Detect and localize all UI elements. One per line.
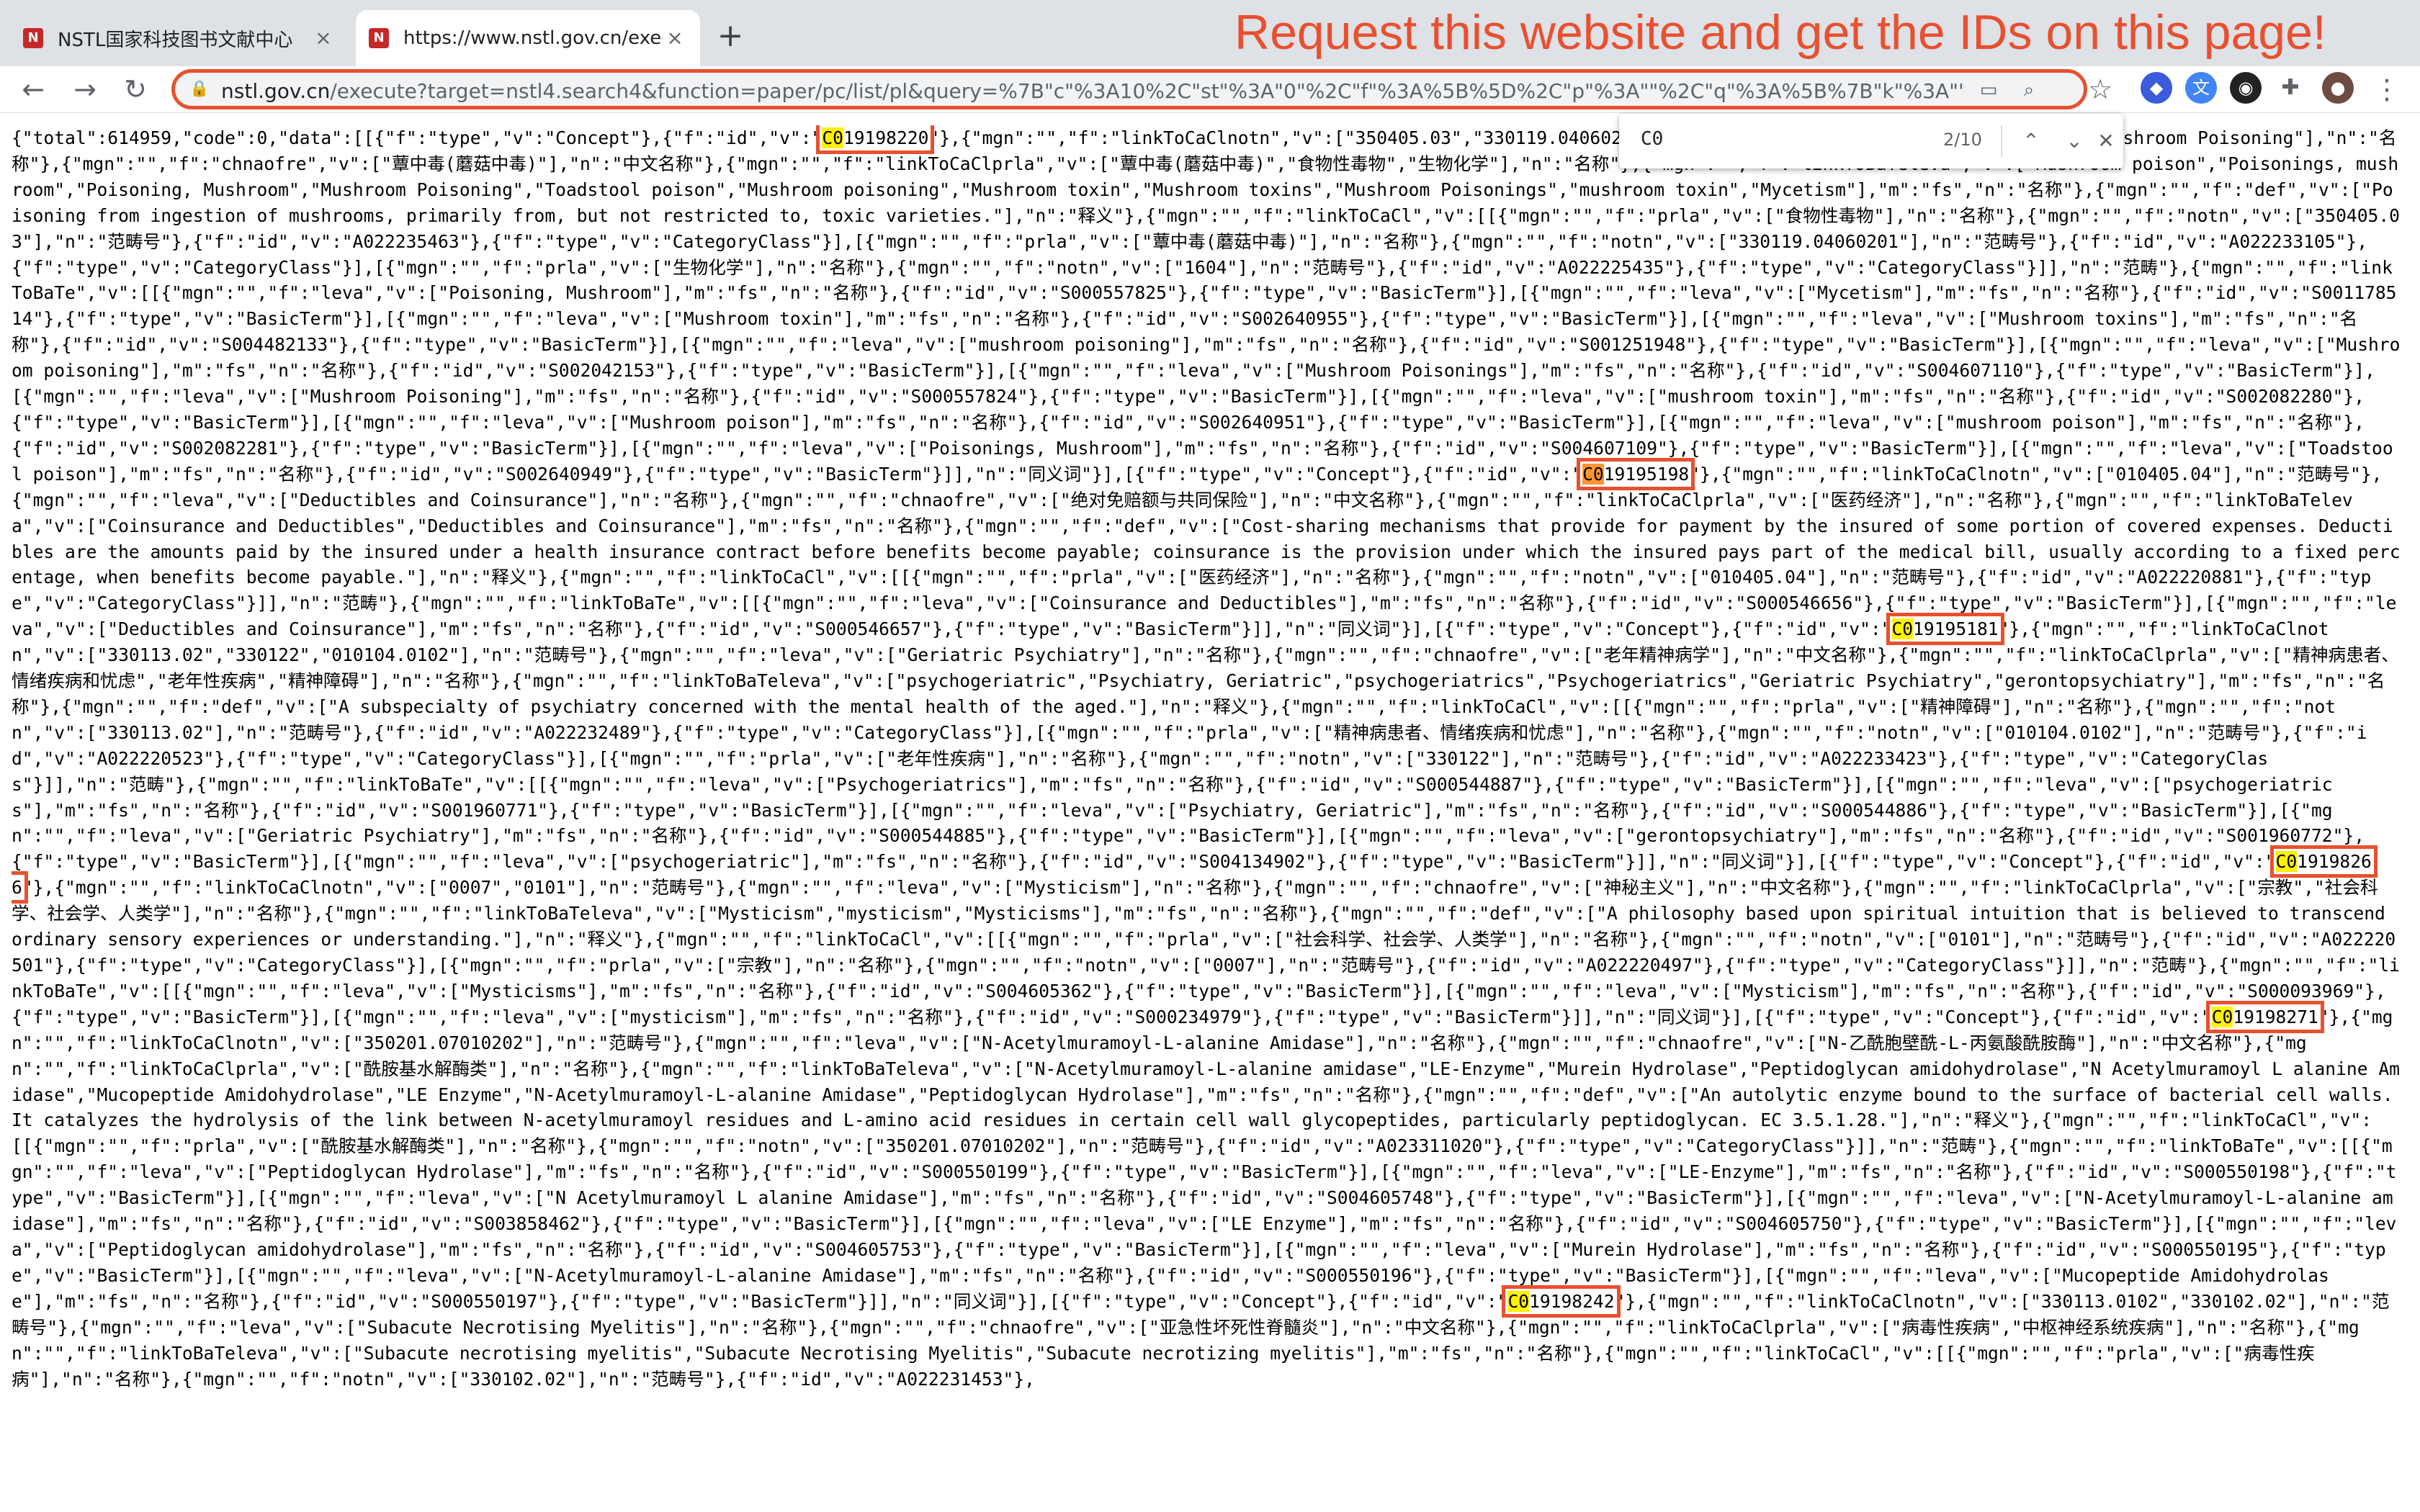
url-host: nstl.gov.cn — [221, 79, 331, 103]
tab-title: NSTL国家科技图书文献中心 — [58, 29, 293, 51]
browser-toolbar: ← → ↻ 🔒 nstl.gov.cn/execute?target=nstl4… — [0, 66, 2420, 113]
kebab-menu-icon[interactable]: ⋮ — [2370, 72, 2404, 107]
concept-id: C019195181 — [1886, 613, 2004, 646]
address-bar-url[interactable]: nstl.gov.cn/execute?target=nstl4.search4… — [221, 78, 1964, 104]
find-input[interactable]: C0 — [1641, 128, 1663, 150]
extension-circle-icon[interactable]: ◉ — [2230, 72, 2262, 104]
search-highlight: C0 — [1891, 618, 1914, 640]
close-icon[interactable]: × — [663, 26, 687, 50]
json-response-text: {"total":614959,"code":0,"data":[[{"f":"… — [12, 125, 2401, 1390]
bookmark-star-icon[interactable]: ☆ — [2083, 72, 2118, 107]
lock-icon[interactable]: 🔒 — [189, 80, 209, 99]
forward-arrow-icon[interactable]: → — [68, 72, 102, 107]
annotation-text: Request this website and get the IDs on … — [1234, 5, 2326, 60]
find-bar: C0 2/10 ⌃ ⌄ ✕ — [1619, 114, 2123, 168]
concept-id: C019198220 — [816, 125, 935, 154]
concept-id: C019195198 — [1577, 457, 1695, 490]
close-icon[interactable]: × — [311, 26, 336, 50]
nstl-favicon-icon: N — [23, 28, 43, 48]
search-highlight: C0 — [822, 127, 843, 148]
extensions-puzzle-icon[interactable]: ✚ — [2275, 72, 2306, 104]
tab-title: https://www.nstl.gov.cn/execut — [403, 27, 663, 49]
find-divider — [2001, 125, 2002, 157]
search-highlight: C0 — [1582, 463, 1604, 485]
search-highlight: C0 — [2211, 1006, 2233, 1027]
concept-id: C019198271 — [2205, 1000, 2324, 1033]
extension-shield-icon[interactable]: ◆ — [2141, 72, 2172, 104]
search-highlight: C0 — [1507, 1290, 1530, 1312]
nstl-favicon-icon: N — [369, 28, 389, 48]
close-icon[interactable]: ✕ — [2092, 127, 2120, 156]
concept-id: C019198266 — [12, 845, 2378, 904]
chevron-up-icon[interactable]: ⌃ — [2017, 127, 2045, 156]
translate-icon[interactable]: 文 — [2185, 72, 2217, 104]
tab-strip: N NSTL国家科技图书文献中心 × N https://www.nstl.go… — [0, 0, 2420, 66]
back-arrow-icon[interactable]: ← — [16, 72, 50, 107]
address-bar[interactable]: 🔒 nstl.gov.cn/execute?target=nstl4.searc… — [171, 69, 2087, 109]
tab-execute[interactable]: N https://www.nstl.gov.cn/execut × — [356, 10, 700, 66]
new-tab-button[interactable]: + — [713, 19, 748, 53]
search-icon[interactable]: ⌕ — [2016, 77, 2042, 103]
search-highlight: C0 — [2275, 851, 2298, 873]
chevron-down-icon[interactable]: ⌄ — [2060, 127, 2089, 156]
concept-id: C019198242 — [1502, 1284, 1621, 1318]
avatar[interactable]: ● — [2322, 72, 2354, 104]
reload-icon[interactable]: ↻ — [118, 72, 153, 107]
url-path: /execute?target=nstl4.search4&function=p… — [330, 79, 1964, 103]
json-response-page: {"total":614959,"code":0,"data":[[{"f":"… — [12, 125, 2403, 1508]
install-app-icon[interactable]: ▭ — [1976, 77, 2002, 103]
tab-nstl-home[interactable]: N NSTL国家科技图书文献中心 × — [10, 10, 349, 66]
find-match-count: 2/10 — [1943, 130, 1982, 150]
